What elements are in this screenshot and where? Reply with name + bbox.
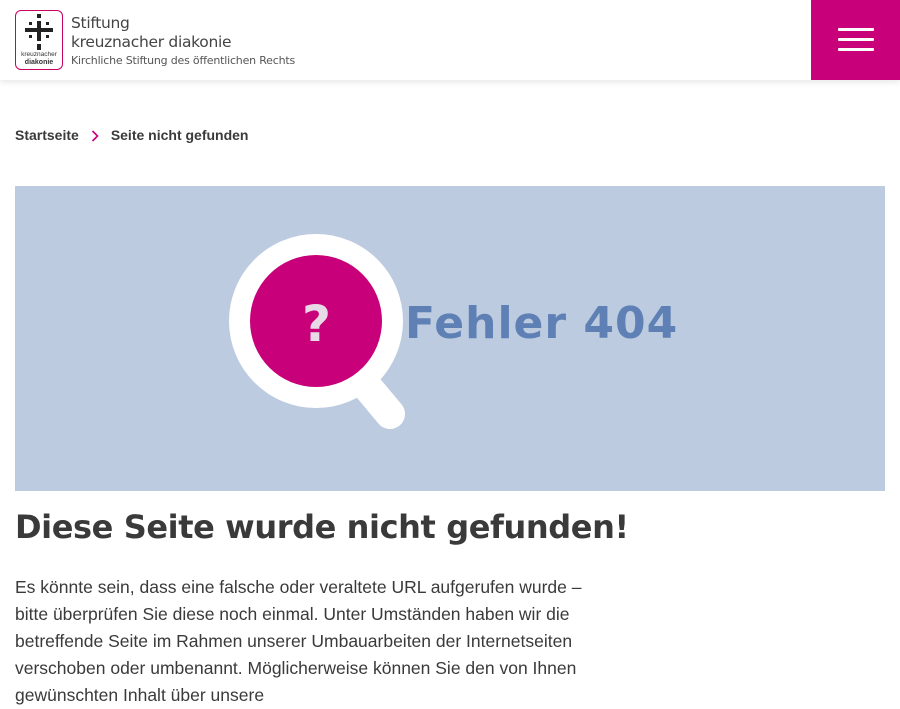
logo-line-3: Kirchliche Stiftung des öffentlichen Rec… bbox=[71, 54, 295, 67]
question-mark: ? bbox=[302, 295, 331, 353]
site-header: kreuznacher diakonie Stiftung kreuznache… bbox=[0, 0, 900, 80]
logo-line-2: kreuznacher diakonie bbox=[71, 32, 232, 51]
page-title: Diese Seite wurde nicht gefunden! bbox=[15, 508, 629, 546]
breadcrumb: Startseite Seite nicht gefunden bbox=[15, 125, 249, 145]
body-paragraph: Es könnte sein, dass eine falsche oder v… bbox=[15, 577, 582, 705]
breadcrumb-home-link[interactable]: Startseite bbox=[15, 127, 79, 143]
logo-mark-text-2: diakonie bbox=[24, 59, 54, 66]
breadcrumb-current: Seite nicht gefunden bbox=[110, 127, 249, 143]
error-code-label: Fehler 404 bbox=[405, 298, 679, 349]
logo-text: Stiftung kreuznacher diakonie Kirchliche… bbox=[71, 14, 295, 67]
logo-mark: kreuznacher diakonie bbox=[15, 10, 63, 70]
cross-logo-icon bbox=[25, 14, 53, 50]
logo-mark-text-1: kreuznacher bbox=[21, 51, 57, 58]
chevron-right-icon bbox=[79, 128, 111, 142]
menu-button[interactable] bbox=[811, 0, 900, 80]
logo-line-1: Stiftung bbox=[71, 14, 130, 32]
error-404-image: ? Fehler 404 bbox=[15, 186, 885, 491]
logo-link[interactable]: kreuznacher diakonie Stiftung kreuznache… bbox=[15, 10, 295, 70]
